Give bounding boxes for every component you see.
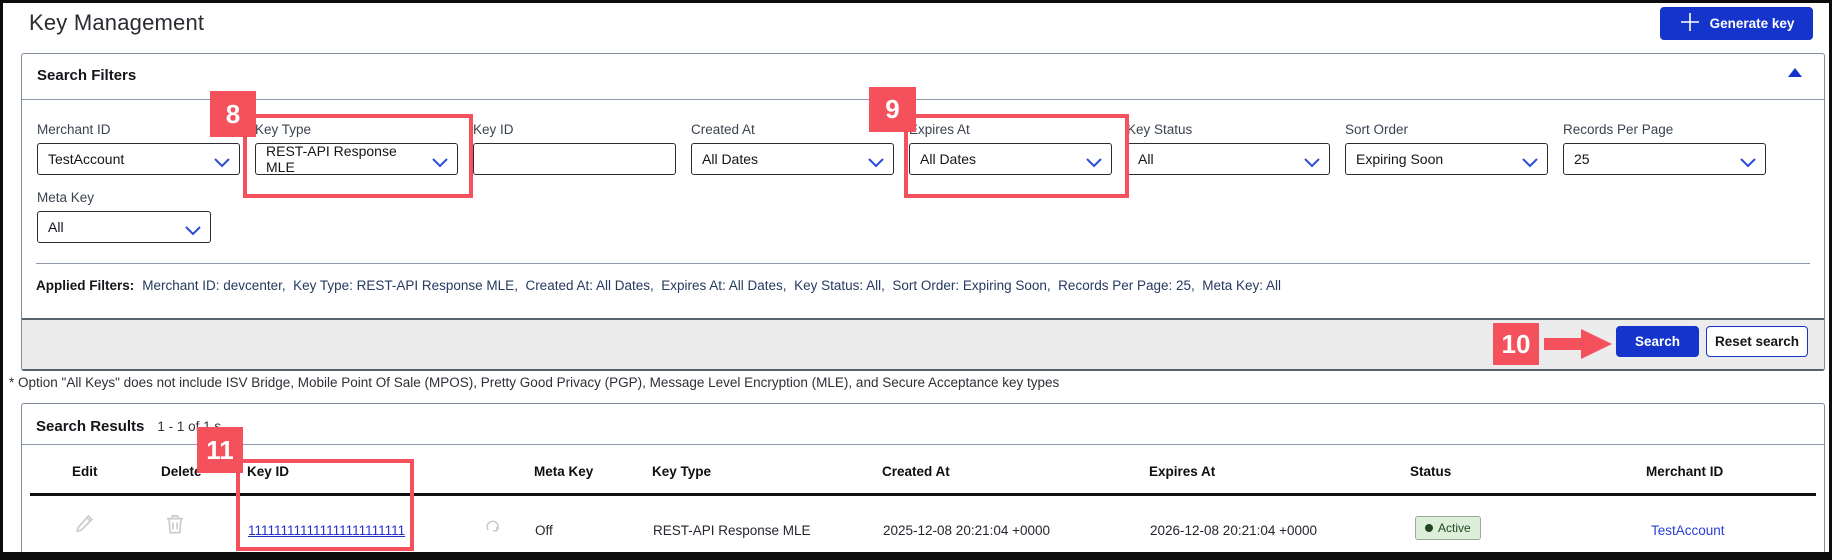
search-filters-panel: Search Filters Merchant ID TestAccount K… xyxy=(21,53,1825,371)
reset-search-button[interactable]: Reset search xyxy=(1706,326,1808,357)
search-results-panel: Search Results 1 - 1 of 1 s Edit Delete … xyxy=(21,403,1825,552)
search-button-label: Search xyxy=(1634,334,1681,349)
merchant-id-label: Merchant ID xyxy=(37,122,111,137)
col-header-key-id: Key ID xyxy=(247,464,290,479)
filter-sort-order: Sort Order Expiring Soon xyxy=(1345,122,1548,175)
records-per-page-select[interactable]: 25 xyxy=(1563,143,1766,175)
sort-order-value: Expiring Soon xyxy=(1356,151,1444,167)
status-label: Active xyxy=(1438,521,1471,535)
meta-key-value: All xyxy=(48,219,64,235)
created-at-label: Created At xyxy=(691,122,755,137)
chevron-down-icon xyxy=(868,155,884,171)
chevron-down-icon xyxy=(1304,155,1320,171)
col-header-created-at: Created At xyxy=(882,464,950,479)
merchant-id-link[interactable]: TestAccount xyxy=(1651,523,1725,538)
col-header-edit: Edit xyxy=(72,464,98,479)
expires-at-value: All Dates xyxy=(920,151,977,167)
edit-pencil-icon[interactable] xyxy=(73,511,99,542)
key-type-value: REST-API Response MLE xyxy=(266,143,397,175)
col-header-merchant-id: Merchant ID xyxy=(1646,464,1724,479)
filter-key-type: Key Type REST-API Response MLE xyxy=(255,122,458,175)
key-status-value: All xyxy=(1138,151,1154,167)
filter-meta-key: Meta Key All xyxy=(37,190,211,243)
all-keys-footnote: * Option "All Keys" does not include ISV… xyxy=(9,375,1060,390)
status-badge: Active xyxy=(1415,516,1481,540)
col-header-status: Status xyxy=(1410,464,1452,479)
reset-search-label: Reset search xyxy=(1714,334,1800,349)
rotate-key-icon[interactable] xyxy=(483,517,502,541)
applied-filters-label: Applied Filters: xyxy=(36,278,135,293)
results-count: 1 - 1 of 1 s xyxy=(157,419,222,434)
col-header-delete: Delete xyxy=(161,464,202,479)
chevron-down-icon xyxy=(1086,155,1102,171)
filter-expires-at: Expires At All Dates xyxy=(909,122,1112,175)
merchant-id-select[interactable]: TestAccount xyxy=(37,143,240,175)
filter-created-at: Created At All Dates xyxy=(691,122,894,175)
key-id-label: Key ID xyxy=(473,122,514,137)
col-header-meta-key: Meta Key xyxy=(534,464,594,479)
meta-key-cell: Off xyxy=(535,523,553,538)
key-id-link[interactable]: 111111111111111111111111 xyxy=(248,523,405,538)
records-per-page-label: Records Per Page xyxy=(1563,122,1674,137)
expires-at-select[interactable]: All Dates xyxy=(909,143,1112,175)
plus-icon xyxy=(1679,11,1701,36)
delete-trash-icon[interactable] xyxy=(162,511,188,542)
chevron-down-icon xyxy=(1740,155,1756,171)
search-filters-header: Search Filters xyxy=(22,54,1824,100)
expires-at-label: Expires At xyxy=(909,122,970,137)
created-at-cell: 2025-12-08 20:21:04 +0000 xyxy=(883,523,1051,538)
generate-key-button[interactable]: Generate key xyxy=(1660,7,1813,40)
applied-filters: Applied Filters: Merchant ID: devcenter, … xyxy=(36,278,1281,293)
created-at-value: All Dates xyxy=(702,151,759,167)
status-dot-icon xyxy=(1425,524,1433,532)
chevron-down-icon xyxy=(185,223,201,239)
col-header-expires-at: Expires At xyxy=(1149,464,1216,479)
generate-key-label: Generate key xyxy=(1709,16,1795,31)
applied-filters-text: Merchant ID: devcenter, Key Type: REST-A… xyxy=(142,278,1282,293)
filter-records-per-page: Records Per Page 25 xyxy=(1563,122,1766,175)
key-management-screen: Key Management Generate key Search Filte… xyxy=(0,0,1832,560)
filter-merchant-id: Merchant ID TestAccount xyxy=(37,122,240,175)
filters-action-bar xyxy=(22,318,1824,369)
chevron-down-icon xyxy=(214,155,230,171)
chevron-down-icon xyxy=(432,155,448,171)
created-at-select[interactable]: All Dates xyxy=(691,143,894,175)
search-button[interactable]: Search xyxy=(1616,326,1699,357)
page-title: Key Management xyxy=(29,10,205,35)
sort-order-select[interactable]: Expiring Soon xyxy=(1345,143,1548,175)
chevron-down-icon xyxy=(1522,155,1538,171)
key-id-input[interactable] xyxy=(473,143,676,175)
records-per-page-value: 25 xyxy=(1574,151,1590,167)
key-status-select[interactable]: All xyxy=(1127,143,1330,175)
applied-filters-divider xyxy=(36,263,1810,264)
merchant-id-value: TestAccount xyxy=(48,151,125,167)
key-type-cell: REST-API Response MLE xyxy=(653,523,811,538)
filter-key-id: Key ID xyxy=(473,122,676,175)
table-header-rule xyxy=(30,493,1816,496)
collapse-panel-icon[interactable] xyxy=(1788,68,1802,77)
search-filters-title: Search Filters xyxy=(37,67,137,84)
key-type-label: Key Type xyxy=(255,122,312,137)
results-header-divider xyxy=(22,444,1824,445)
key-type-select[interactable]: REST-API Response MLE xyxy=(255,143,458,175)
col-header-key-type: Key Type xyxy=(652,464,712,479)
sort-order-label: Sort Order xyxy=(1345,122,1409,137)
meta-key-label: Meta Key xyxy=(37,190,95,205)
meta-key-select[interactable]: All xyxy=(37,211,211,243)
expires-at-cell: 2026-12-08 20:21:04 +0000 xyxy=(1150,523,1318,538)
search-results-title: Search Results xyxy=(36,418,145,435)
key-status-label: Key Status xyxy=(1127,122,1193,137)
filter-key-status: Key Status All xyxy=(1127,122,1330,175)
